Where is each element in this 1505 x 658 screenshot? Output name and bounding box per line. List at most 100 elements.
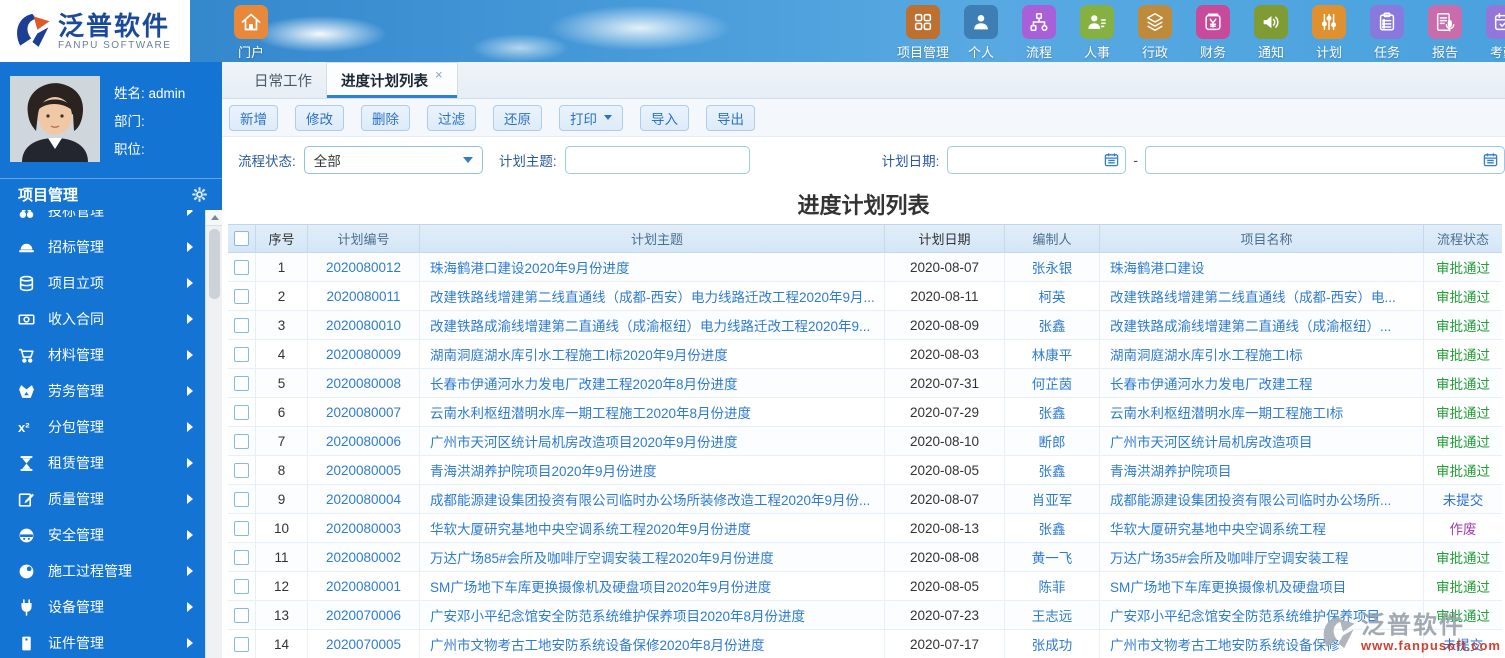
project-name-link[interactable]: 青海洪湖养护院项目 <box>1110 460 1232 480</box>
plan-subject-link[interactable]: 万达广场85#会所及咖啡厅空调安装工程2020年9月份进度 <box>430 547 774 567</box>
sidebar-item-safety-management[interactable]: 安全管理 <box>0 517 205 553</box>
row-checkbox[interactable] <box>234 462 249 478</box>
sidebar-item-income-contract[interactable]: 收入合同 <box>0 301 205 337</box>
plan-number-link[interactable]: 2020080009 <box>326 347 401 362</box>
plan-number-link[interactable]: 2020080005 <box>326 463 401 478</box>
sidebar-scrollbar[interactable] <box>205 210 223 658</box>
author-link[interactable]: 张成功 <box>1032 634 1073 654</box>
plan-subject-link[interactable]: 广安邓小平纪念馆安全防范系统维护保养项目2020年8月份进度 <box>430 605 805 625</box>
plan-number-link[interactable]: 2020080010 <box>326 318 401 333</box>
sidebar-item-tender-management[interactable]: 招标管理 <box>0 229 205 265</box>
status-select[interactable]: 全部 <box>303 146 483 174</box>
edit-button[interactable]: 修改 <box>295 104 344 131</box>
topnav-item-project-management[interactable]: 项目管理 <box>894 5 952 62</box>
topnav-item-portal[interactable]: 门户 <box>222 5 280 61</box>
row-checkbox[interactable] <box>234 433 249 449</box>
plan-number-link[interactable]: 2020080003 <box>326 521 401 536</box>
author-link[interactable]: 王志远 <box>1032 605 1073 625</box>
project-name-link[interactable]: 改建铁路成渝线增建第二直通线（成渝枢纽）... <box>1110 315 1391 335</box>
plan-number-link[interactable]: 2020080011 <box>326 289 400 304</box>
plan-subject-link[interactable]: 成都能源建设集团投资有限公司临时办公场所装修改造工程2020年9月份... <box>430 489 870 509</box>
author-link[interactable]: 张永银 <box>1032 257 1073 277</box>
project-name-link[interactable]: SM广场地下车库更换摄像机及硬盘项目 <box>1110 576 1346 596</box>
plan-subject-link[interactable]: SM广场地下车库更换摄像机及硬盘项目2020年9月份进度 <box>430 576 771 596</box>
plan-number-link[interactable]: 2020080004 <box>326 492 401 507</box>
plan-subject-link[interactable]: 广州市文物考古工地安防系统设备保修2020年8月份进度 <box>430 634 765 654</box>
sidebar-item-quality-management[interactable]: 质量管理 <box>0 481 205 517</box>
project-name-link[interactable]: 广安邓小平纪念馆安全防范系统维护保养项目 <box>1110 605 1380 625</box>
topnav-item-personal[interactable]: 个人 <box>952 5 1010 62</box>
import-button[interactable]: 导入 <box>640 104 689 131</box>
date-from-input[interactable] <box>947 146 1127 174</box>
topnav-item-report[interactable]: 报告 <box>1416 5 1474 62</box>
author-link[interactable]: 何芷茵 <box>1032 373 1073 393</box>
sidebar-item-subcontract-management[interactable]: x² 分包管理 <box>0 409 205 445</box>
calendar-icon[interactable] <box>1483 152 1498 167</box>
topnav-item-attendance[interactable]: 考勤 <box>1474 5 1505 62</box>
project-name-link[interactable]: 万达广场35#会所及咖啡厅空调安装工程 <box>1110 547 1349 567</box>
print-button[interactable]: 打印 <box>559 104 623 131</box>
author-link[interactable]: 肖亚军 <box>1032 489 1073 509</box>
calendar-icon[interactable] <box>1104 152 1119 167</box>
project-name-link[interactable]: 湖南洞庭湖水库引水工程施工I标 <box>1110 344 1303 364</box>
row-checkbox[interactable] <box>234 375 249 391</box>
plan-subject-link[interactable]: 湖南洞庭湖水库引水工程施工I标2020年9月份进度 <box>430 344 728 364</box>
row-checkbox[interactable] <box>234 491 249 507</box>
project-name-link[interactable]: 云南水利枢纽潜明水库一期工程施工I标 <box>1110 402 1343 422</box>
sidebar-item-bid-management[interactable]: 投标管理 <box>0 210 205 229</box>
plan-subject-link[interactable]: 改建铁路成渝线增建第二直通线（成渝枢纽）电力线路迁改工程2020年9... <box>430 315 870 335</box>
plan-number-link[interactable]: 2020080008 <box>326 376 401 391</box>
row-checkbox[interactable] <box>234 346 249 362</box>
topnav-item-admin[interactable]: 行政 <box>1126 5 1184 62</box>
row-checkbox[interactable] <box>234 578 249 594</box>
tab-daily-work[interactable]: 日常工作 <box>240 62 326 98</box>
row-checkbox[interactable] <box>234 317 249 333</box>
plan-number-link[interactable]: 2020070005 <box>326 637 401 652</box>
project-name-link[interactable]: 成都能源建设集团投资有限公司临时办公场所... <box>1110 489 1391 509</box>
author-link[interactable]: 张鑫 <box>1039 460 1066 480</box>
row-checkbox[interactable] <box>234 636 249 652</box>
project-name-link[interactable]: 长春市伊通河水力发电厂改建工程 <box>1110 373 1313 393</box>
plan-subject-link[interactable]: 华软大厦研究基地中央空调系统工程2020年9月份进度 <box>430 518 751 538</box>
tab-progress-plan-list[interactable]: 进度计划列表 × <box>326 62 458 98</box>
author-link[interactable]: 断郎 <box>1039 431 1066 451</box>
author-link[interactable]: 黄一飞 <box>1032 547 1073 567</box>
author-link[interactable]: 陈菲 <box>1039 576 1066 596</box>
select-all-checkbox[interactable] <box>234 231 249 246</box>
plan-subject-link[interactable]: 珠海鹤港口建设2020年9月份进度 <box>430 257 630 277</box>
plan-subject-link[interactable]: 云南水利枢纽潜明水库一期工程施工2020年8月份进度 <box>430 402 751 422</box>
scrollbar-thumb[interactable] <box>208 229 220 299</box>
restore-button[interactable]: 还原 <box>493 104 542 131</box>
plan-number-link[interactable]: 2020080002 <box>326 550 401 565</box>
author-link[interactable]: 柯英 <box>1039 286 1066 306</box>
sidebar-item-equipment-management[interactable]: 设备管理 <box>0 589 205 625</box>
project-name-link[interactable]: 改建铁路线增建第二线直通线（成都-西安）电... <box>1110 286 1396 306</box>
plan-subject-link[interactable]: 广州市天河区统计局机房改造项目2020年9月份进度 <box>430 431 738 451</box>
sidebar-item-certificate-management[interactable]: 证件管理 <box>0 625 205 658</box>
scroll-up-button[interactable] <box>206 210 223 226</box>
plan-number-link[interactable]: 2020080001 <box>326 579 401 594</box>
plan-subject-link[interactable]: 改建铁路线增建第二线直通线（成都-西安）电力线路迁改工程2020年9月... <box>430 286 875 306</box>
author-link[interactable]: 张鑫 <box>1039 315 1066 335</box>
plan-number-link[interactable]: 2020070006 <box>326 608 401 623</box>
project-name-link[interactable]: 广州市文物考古工地安防系统设备保修 <box>1110 634 1340 654</box>
topnav-item-hr[interactable]: 人事 <box>1068 5 1126 62</box>
plan-subject-link[interactable]: 青海洪湖养护院项目2020年9月份进度 <box>430 460 657 480</box>
sidebar-item-construction-process[interactable]: 施工过程管理 <box>0 553 205 589</box>
project-name-link[interactable]: 珠海鹤港口建设 <box>1110 257 1205 277</box>
gear-icon[interactable] <box>191 186 208 203</box>
plan-number-link[interactable]: 2020080007 <box>326 405 401 420</box>
row-checkbox[interactable] <box>234 520 249 536</box>
project-name-link[interactable]: 广州市天河区统计局机房改造项目 <box>1110 431 1313 451</box>
tab-close-icon[interactable]: × <box>435 67 443 82</box>
delete-button[interactable]: 删除 <box>361 104 410 131</box>
add-button[interactable]: 新增 <box>229 104 278 131</box>
author-link[interactable]: 张鑫 <box>1039 402 1066 422</box>
date-to-input[interactable] <box>1144 146 1505 174</box>
topnav-item-workflow[interactable]: 流程 <box>1010 5 1068 62</box>
topnav-item-finance[interactable]: 财务 <box>1184 5 1242 62</box>
author-link[interactable]: 林康平 <box>1032 344 1073 364</box>
plan-number-link[interactable]: 2020080006 <box>326 434 401 449</box>
topnav-item-task[interactable]: 任务 <box>1358 5 1416 62</box>
sidebar-item-labor-management[interactable]: 劳务管理 <box>0 373 205 409</box>
